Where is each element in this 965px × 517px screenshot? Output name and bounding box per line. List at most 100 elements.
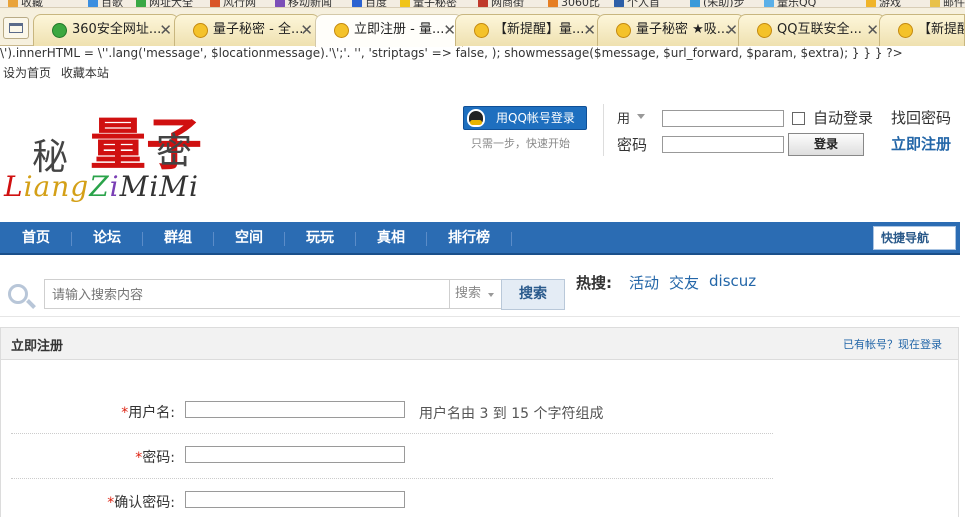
bookmark-item[interactable]: 量乐QQ <box>764 0 816 7</box>
chevron-down-icon[interactable] <box>637 114 645 119</box>
nav-item-group[interactable]: 群组 <box>164 222 192 255</box>
bookmark-item[interactable]: (朱助)步 <box>690 0 745 8</box>
divider <box>11 478 773 479</box>
find-password-link[interactable]: 找回密码 <box>891 107 951 128</box>
auto-login-checkbox[interactable] <box>792 112 805 125</box>
search-button[interactable]: 搜索 <box>501 279 565 310</box>
confirm-password-label: *确认密码: <box>65 492 175 512</box>
nav-separator <box>142 232 143 246</box>
favicon-icon <box>474 23 489 38</box>
nav-item-play[interactable]: 玩玩 <box>306 222 334 255</box>
browser-tab[interactable]: 【新提醒】 <box>879 14 965 46</box>
bookmark-label: 收藏 <box>21 0 43 8</box>
tab-label: QQ互联安全... <box>777 22 862 37</box>
close-icon[interactable]: ✕ <box>300 15 313 45</box>
username-input[interactable] <box>662 110 784 127</box>
bookmark-item[interactable]: 风行网 <box>210 0 256 7</box>
chevron-down-icon[interactable] <box>488 293 494 297</box>
close-icon[interactable]: ✕ <box>159 15 172 45</box>
username-label: *用户名: <box>65 402 175 422</box>
quick-nav-button[interactable]: 快捷导航 <box>873 226 956 250</box>
window-icon <box>9 23 23 33</box>
username-type-select[interactable]: 用 <box>617 108 630 127</box>
password-input[interactable] <box>662 136 784 153</box>
bookmark-item[interactable]: 移动新闻 <box>275 0 332 7</box>
bookmark-site-link[interactable]: 收藏本站 <box>61 66 109 80</box>
search-input[interactable] <box>44 279 450 309</box>
bookmark-item[interactable]: 量子秘密 <box>400 0 457 8</box>
bookmark-label: 网商街 <box>491 0 524 8</box>
tab-label: 360安全网址... <box>72 22 162 37</box>
register-password-input[interactable] <box>185 446 405 463</box>
close-icon[interactable]: ✕ <box>725 15 738 45</box>
bookmark-label: 量子秘密 <box>413 0 457 8</box>
qq-login-label: 用QQ帐号登录 <box>496 111 575 125</box>
hot-link[interactable]: 活动 <box>629 272 659 293</box>
set-home-link[interactable]: 设为首页 <box>3 66 51 80</box>
login-button[interactable]: 登录 <box>788 133 864 156</box>
nav-item-ranking[interactable]: 排行榜 <box>448 222 490 255</box>
bookmark-item[interactable]: 个人首 <box>614 0 660 8</box>
hot-link[interactable]: discuz <box>709 272 756 290</box>
logo-letter: i <box>149 170 160 203</box>
bookmark-item[interactable]: 游戏 <box>866 0 901 8</box>
bookmark-item[interactable]: 网址大全 <box>136 0 193 7</box>
favicon-icon <box>898 23 913 38</box>
username-hint: 用户名由 3 到 15 个字符组成 <box>419 406 604 422</box>
bookmark-item[interactable]: 百度 <box>352 0 387 8</box>
close-icon[interactable]: ✕ <box>866 15 879 45</box>
nav-separator <box>284 232 285 246</box>
logo-letter: M <box>119 170 150 203</box>
browser-tab[interactable]: 【新提醒】量... ✕ <box>455 14 603 46</box>
bookmark-label: 个人首 <box>627 0 660 8</box>
nav-item-home[interactable]: 首页 <box>22 222 50 255</box>
close-icon[interactable]: ✕ <box>583 15 596 45</box>
bookmark-item[interactable]: 收藏 <box>8 0 43 8</box>
site-logo[interactable]: 秘 量子 密 LiangZiMiMi <box>4 100 229 210</box>
qq-penguin-icon <box>467 109 485 127</box>
bookmark-label: 百度 <box>365 0 387 8</box>
divider <box>11 433 773 434</box>
nav-separator <box>213 232 214 246</box>
register-confirm-password-input[interactable] <box>185 491 405 508</box>
register-header: 立即注册 已有帐号？现在登录 <box>1 328 958 360</box>
nav-separator <box>426 232 427 246</box>
nav-item-forum[interactable]: 论坛 <box>93 222 121 255</box>
field-label: 用户名: <box>128 405 175 421</box>
register-title: 立即注册 <box>11 339 64 354</box>
browser-tab[interactable]: 量子秘密 - 全... ✕ <box>174 14 320 46</box>
browser-tab-active[interactable]: 立即注册 - 量... ✕ <box>315 14 463 47</box>
register-link[interactable]: 立即注册 <box>891 133 951 154</box>
nav-separator <box>511 232 512 246</box>
favicon-icon <box>616 23 631 38</box>
register-username-input[interactable] <box>185 401 405 418</box>
login-now-link[interactable]: 已有帐号？现在登录 <box>843 336 942 352</box>
bookmark-item[interactable]: 邮件 <box>930 0 965 7</box>
nav-item-space[interactable]: 空间 <box>235 222 263 255</box>
auto-login-label[interactable]: 自动登录 <box>813 107 873 128</box>
hot-link[interactable]: 交友 <box>669 272 699 293</box>
browser-tab[interactable]: 360安全网址... ✕ <box>33 14 179 46</box>
bookmark-item[interactable]: 网商街 <box>478 0 524 8</box>
favicon-icon <box>757 23 772 38</box>
logo-letter: iang <box>23 170 90 203</box>
browser-tab[interactable]: 量子秘密 ★吸... ✕ <box>597 14 745 46</box>
bookmark-label: 游戏 <box>879 0 901 8</box>
bookmark-item[interactable]: 百歌 <box>88 0 123 7</box>
logo-letter: M <box>159 170 189 203</box>
tab-label: 【新提醒】量... <box>494 22 585 37</box>
nav-item-truth[interactable]: 真相 <box>377 222 405 255</box>
qq-login-tip: 只需一步，快速开始 <box>471 137 570 150</box>
bookmark-label: (朱助)步 <box>703 0 745 8</box>
browser-tab[interactable]: QQ互联安全... ✕ <box>738 14 886 46</box>
top-links: 设为首页 收藏本站 <box>3 64 115 81</box>
bookmark-item[interactable]: 3060比 <box>548 0 600 8</box>
favicon-icon <box>334 23 349 38</box>
qq-login-button[interactable]: 用QQ帐号登录 <box>463 106 587 130</box>
tab-list-button[interactable] <box>3 17 29 39</box>
bookmark-label: 3060比 <box>561 0 600 8</box>
360-icon <box>52 23 67 38</box>
main-nav: 首页 论坛 群组 空间 玩玩 真相 排行榜 <box>0 222 960 255</box>
logo-letter: i <box>109 170 120 203</box>
search-type-select[interactable]: 搜索 <box>449 279 502 309</box>
